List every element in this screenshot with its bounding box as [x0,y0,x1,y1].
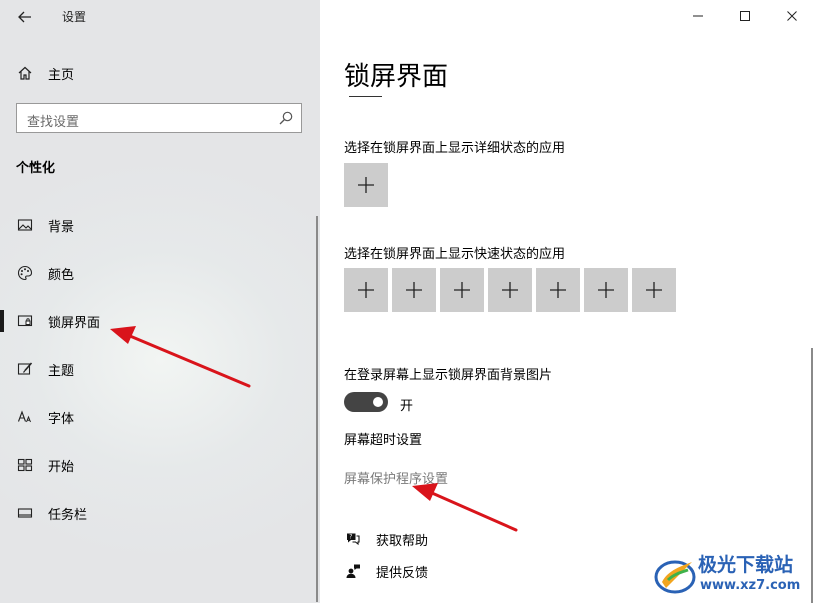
plus-icon [358,177,374,193]
signin-background-toggle[interactable] [344,392,388,412]
plus-icon [646,282,662,298]
minimize-icon [693,15,703,17]
maximize-button[interactable] [731,4,759,28]
give-feedback-link[interactable]: 提供反馈 [344,561,428,581]
get-help-link[interactable]: ? 获取帮助 [344,529,428,549]
give-feedback-label: 提供反馈 [376,565,429,581]
home-icon [16,64,34,82]
sidebar-item-label: 开始 [48,459,75,475]
navigation-pane: 设置 主页 查找设置 个性化 背景 颜色 锁屏界面 主题 字体 开始 任务栏 [0,0,320,603]
background-image-icon [16,216,34,234]
sidebar-item-themes[interactable]: 主题 [0,352,320,386]
watermark-url: www.xz7.com [700,578,801,593]
help-chat-icon: ? [344,530,362,548]
sidebar-item-lock-screen[interactable]: 锁屏界面 [0,304,320,338]
quick-status-label: 选择在锁屏界面上显示快速状态的应用 [344,247,566,262]
back-arrow-icon[interactable] [14,6,36,28]
screensaver-settings-link[interactable]: 屏幕保护程序设置 [344,468,448,487]
add-quick-status-app-button[interactable] [632,268,676,312]
arrow-to-screensaver [412,483,518,532]
get-help-label: 获取帮助 [376,533,429,549]
plus-icon [598,282,614,298]
sidebar-item-label: 字体 [48,411,75,427]
feedback-person-icon [344,562,362,580]
sidebar-item-label: 锁屏界面 [48,315,101,331]
sidebar-item-colors[interactable]: 颜色 [0,256,320,290]
signin-background-label: 在登录屏幕上显示锁屏界面背景图片 [344,368,553,383]
sidebar-item-taskbar[interactable]: 任务栏 [0,496,320,530]
window-title: 设置 [62,10,87,24]
section-heading: 个性化 [16,161,56,176]
maximize-icon [740,11,750,21]
plus-icon [358,282,374,298]
add-quick-status-app-button[interactable] [392,268,436,312]
search-icon[interactable] [278,110,294,126]
palette-icon [16,264,34,282]
close-button[interactable] [778,4,806,28]
add-quick-status-app-button[interactable] [536,268,580,312]
sidebar-item-label: 主页 [48,67,75,83]
title-underline [349,96,382,97]
sidebar-scrollbar[interactable] [316,216,318,602]
font-icon [16,408,34,426]
add-detailed-status-app-button[interactable] [344,163,388,207]
toggle-knob [373,397,383,407]
sidebar-item-start[interactable]: 开始 [0,448,320,482]
watermark-title: 极光下载站 [698,554,794,576]
search-input[interactable]: 查找设置 [16,103,302,133]
search-placeholder: 查找设置 [27,115,80,130]
lock-screen-icon [16,312,34,330]
add-quick-status-app-button[interactable] [584,268,628,312]
start-menu-icon [16,456,34,474]
detailed-status-label: 选择在锁屏界面上显示详细状态的应用 [344,141,566,156]
close-icon [787,11,797,21]
sidebar-item-label: 颜色 [48,267,75,283]
screen-timeout-link[interactable]: 屏幕超时设置 [344,429,422,448]
plus-icon [550,282,566,298]
toggle-state-label: 开 [400,399,414,414]
minimize-button[interactable] [684,4,712,28]
sidebar-item-background[interactable]: 背景 [0,208,320,242]
taskbar-icon [16,504,34,522]
watermark: 极光下载站 www.xz7.com [650,548,815,600]
sidebar-item-label: 任务栏 [48,507,88,523]
plus-icon [502,282,518,298]
add-quick-status-app-button[interactable] [344,268,388,312]
page-title: 锁屏界面 [344,62,449,92]
add-quick-status-app-button[interactable] [440,268,484,312]
sidebar-item-fonts[interactable]: 字体 [0,400,320,434]
watermark-logo-icon [654,560,696,594]
add-quick-status-app-button[interactable] [488,268,532,312]
theme-brush-icon [16,360,34,378]
svg-text:?: ? [349,534,352,541]
sidebar-item-label: 主题 [48,363,75,379]
sidebar-item-home[interactable]: 主页 [0,56,320,90]
plus-icon [406,282,422,298]
sidebar-item-label: 背景 [48,219,75,235]
plus-icon [454,282,470,298]
